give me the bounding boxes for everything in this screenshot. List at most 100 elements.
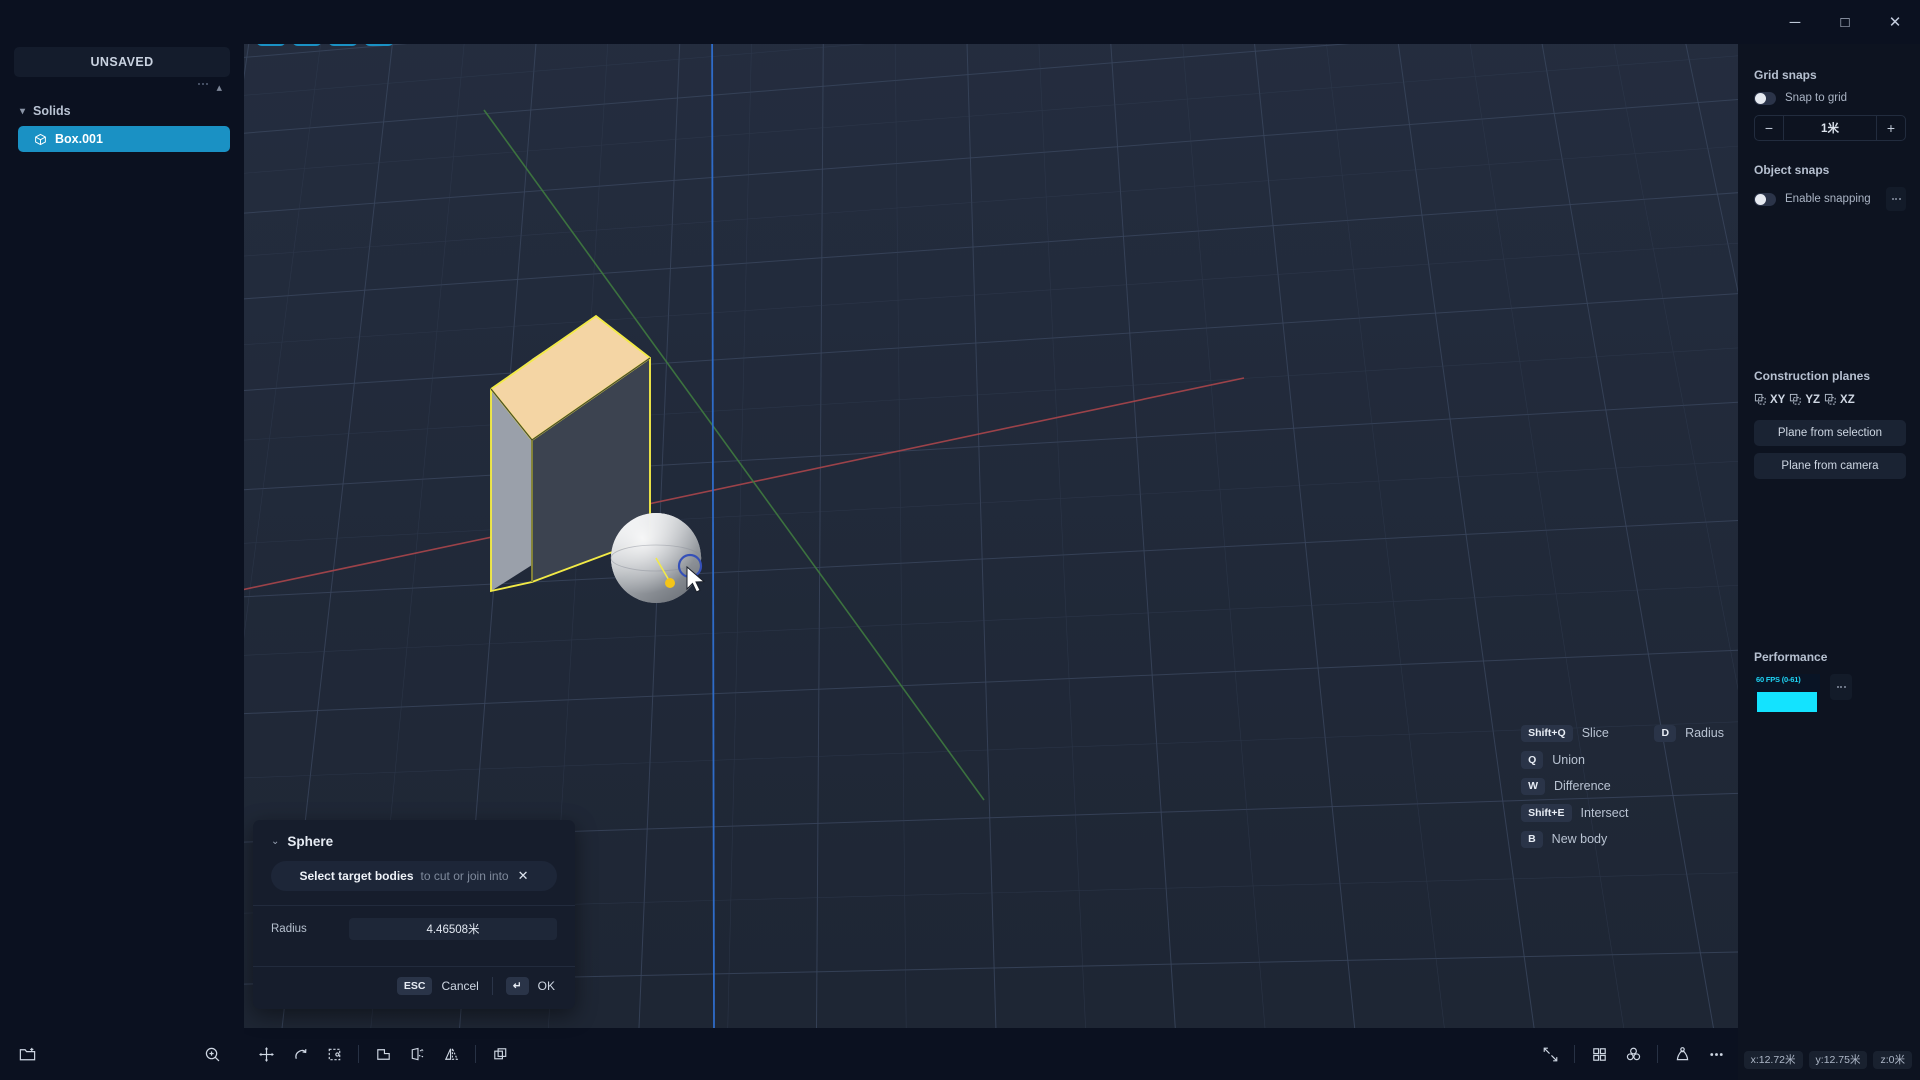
sphere-dialog: ⌄ Sphere Select target bodies to cut or … <box>253 820 575 1009</box>
left-sidebar: P ▾ UNSAVED ▴ ▾ Solids Box.001 <box>0 0 244 1080</box>
duplicate-icon <box>493 1047 506 1059</box>
hint-action: Intersect <box>1580 805 1629 820</box>
hint-action: Radius <box>1685 726 1724 741</box>
list-item[interactable]: Box.001 <box>18 126 230 152</box>
sphere-dialog-title: Sphere <box>287 834 334 849</box>
close-icon: ✕ <box>1888 13 1902 31</box>
minimize-icon: ─ <box>1789 13 1801 31</box>
divider <box>1574 1045 1575 1063</box>
close-button[interactable]: ✕ <box>1870 0 1920 44</box>
object-snaps-options-button[interactable] <box>1886 187 1906 211</box>
radius-field-row: Radius 4.46508米 <box>253 906 575 952</box>
right-sidebar: Grid snaps Snap to grid − 1米 + Object sn… <box>1738 44 1920 1080</box>
render-icon <box>1676 1046 1688 1060</box>
hint-key: Shift+E <box>1521 804 1572 822</box>
coordinate-x[interactable]: x:12.72米 <box>1743 1050 1803 1069</box>
grid-size-increment-button[interactable]: + <box>1877 116 1905 140</box>
more-options-button[interactable] <box>1702 1040 1730 1068</box>
hint-new-body: B New body <box>1521 830 1628 848</box>
performance-section: 60 FPS (0-61) <box>1754 674 1906 712</box>
select-target-bodies-chip[interactable]: Select target bodies to cut or join into… <box>271 861 557 891</box>
scale-tool-button[interactable] <box>320 1040 348 1068</box>
hint-action: Slice <box>1581 726 1609 741</box>
close-icon[interactable]: ✕ <box>518 868 529 884</box>
plane-from-camera-button[interactable]: Plane from camera <box>1754 453 1906 479</box>
enter-key-badge: ↵ <box>505 977 529 995</box>
extrude-tool-button[interactable] <box>403 1040 431 1068</box>
coordinate-y[interactable]: y:12.75米 <box>1808 1050 1868 1069</box>
boolean-tool-button[interactable] <box>369 1040 397 1068</box>
fps-bar <box>1757 692 1817 712</box>
new-folder-button[interactable] <box>18 1045 37 1064</box>
move-tool-button[interactable] <box>252 1040 280 1068</box>
plane-xy-label: XY <box>1770 393 1786 406</box>
solids-group-header[interactable]: ▾ Solids <box>0 94 244 124</box>
new-folder-icon <box>19 1047 36 1060</box>
hint-union: Q Union <box>1521 751 1628 769</box>
cancel-button[interactable]: Cancel <box>441 979 478 993</box>
zoom-in-button[interactable] <box>203 1045 222 1064</box>
snap-to-grid-row[interactable]: Snap to grid <box>1754 92 1906 105</box>
panel-overflow-dots[interactable]: ▴ <box>0 77 244 94</box>
hint-action: Difference <box>1554 779 1611 794</box>
materials-button[interactable] <box>1619 1040 1647 1068</box>
divider <box>491 977 493 995</box>
window-controls: ─ □ ✕ <box>1770 0 1920 44</box>
hint-key: Q <box>1521 751 1544 769</box>
grid-size-decrement-button[interactable]: − <box>1755 116 1783 140</box>
hint-difference: W Difference <box>1521 777 1628 795</box>
duplicate-tool-button[interactable] <box>486 1040 514 1068</box>
box-icon <box>35 133 46 145</box>
plane-xy-button[interactable]: XY <box>1754 393 1785 406</box>
cursor-coordinates: x:12.72米 y:12.75米 z:0米 <box>1743 1050 1912 1069</box>
hint-key: D <box>1654 724 1677 742</box>
snap-to-grid-toggle[interactable] <box>1754 92 1776 105</box>
fps-graph[interactable]: 60 FPS (0-61) <box>1754 674 1820 712</box>
chevron-down-icon: ▾ <box>20 105 26 117</box>
hint-action: New body <box>1551 832 1608 847</box>
radius-input[interactable]: 4.46508米 <box>349 918 557 940</box>
shortcut-hints: Shift+Q Slice D Radius Q Union W Differe… <box>1521 724 1724 848</box>
construction-plane-buttons: XY YZ XZ <box>1754 393 1906 406</box>
rotate-tool-button[interactable] <box>286 1040 314 1068</box>
grid-size-value[interactable]: 1米 <box>1783 116 1877 140</box>
hint-intersect: Shift+E Intersect <box>1521 804 1628 822</box>
grid-size-stepper[interactable]: − 1米 + <box>1754 115 1906 141</box>
coordinate-z[interactable]: z:0米 <box>1873 1050 1912 1069</box>
maximize-button[interactable]: □ <box>1820 0 1870 44</box>
performance-options-button[interactable] <box>1830 674 1852 700</box>
mirror-tool-button[interactable] <box>437 1040 465 1068</box>
zoom-in-icon <box>205 1047 220 1061</box>
hint-slice: Shift+Q Slice <box>1521 724 1628 742</box>
sphere-dialog-footer: ESC Cancel ↵ OK <box>253 967 575 1009</box>
plane-from-selection-button[interactable]: Plane from selection <box>1754 420 1906 446</box>
collapse-caret-icon[interactable]: ▴ <box>216 83 222 94</box>
enable-snapping-row[interactable]: Enable snapping <box>1754 187 1906 211</box>
hint-key: Shift+Q <box>1521 724 1573 742</box>
save-state-badge[interactable]: UNSAVED <box>14 47 230 77</box>
object-snaps-title: Object snaps <box>1754 163 1830 177</box>
ok-button[interactable]: OK <box>538 979 555 993</box>
enable-snapping-toggle[interactable] <box>1754 192 1776 206</box>
bottom-left-toolbar <box>0 1028 244 1080</box>
plane-xz-label: XZ <box>1840 393 1855 406</box>
plane-yz-label: YZ <box>1805 393 1821 406</box>
plane-xz-button[interactable]: XZ <box>1824 393 1855 406</box>
minimize-button[interactable]: ─ <box>1770 0 1820 44</box>
hint-radius: D Radius <box>1654 724 1724 742</box>
select-target-bodies-label: Select target bodies <box>299 869 414 883</box>
plane-yz-button[interactable]: YZ <box>1789 393 1820 406</box>
select-target-bodies-hint: to cut or join into <box>420 869 509 883</box>
render-button[interactable] <box>1668 1040 1696 1068</box>
title-bar: ─ □ ✕ <box>0 0 1920 44</box>
materials-icon <box>1626 1047 1640 1060</box>
rotate-icon <box>294 1048 306 1059</box>
grid-view-button[interactable] <box>1585 1040 1613 1068</box>
grid-view-icon <box>1592 1047 1606 1061</box>
measure-tool-button[interactable] <box>1536 1040 1564 1068</box>
plane-icon <box>1824 393 1836 405</box>
performance-title: Performance <box>1754 650 1828 664</box>
measure-icon <box>1543 1047 1557 1061</box>
sphere-dialog-header[interactable]: ⌄ Sphere <box>253 820 575 859</box>
bottom-right-toolbar <box>1536 1028 1730 1080</box>
